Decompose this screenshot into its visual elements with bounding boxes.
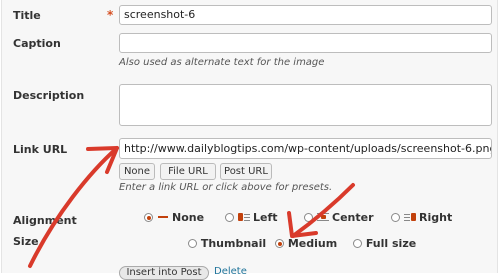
- size-option-full[interactable]: Full size: [353, 238, 416, 250]
- alignment-label: Alignment: [13, 214, 77, 227]
- title-input[interactable]: screenshot-6: [119, 5, 492, 25]
- delete-link[interactable]: Delete: [214, 266, 247, 277]
- align-right-icon: [404, 213, 416, 221]
- radio-unselected[interactable]: [304, 213, 313, 222]
- align-center-icon: [317, 213, 329, 221]
- align-left-icon: [238, 213, 250, 221]
- align-option-none[interactable]: None: [144, 212, 204, 224]
- title-label: Title: [13, 9, 41, 22]
- media-settings-panel: Title * screenshot-6 Caption Also used a…: [1, 0, 498, 280]
- radio-unselected[interactable]: [225, 213, 234, 222]
- align-none-icon: [157, 213, 169, 221]
- size-option-medium[interactable]: Medium: [275, 238, 337, 250]
- caption-help-text: Also used as alternate text for the imag…: [119, 57, 325, 68]
- radio-unselected[interactable]: [353, 239, 362, 248]
- description-textarea[interactable]: [119, 84, 492, 126]
- radio-selected[interactable]: [275, 239, 284, 248]
- size-label: Size: [13, 235, 39, 248]
- radio-selected[interactable]: [144, 213, 153, 222]
- link-post-url-button[interactable]: Post URL: [220, 163, 272, 180]
- caption-input[interactable]: [119, 33, 492, 53]
- align-option-right[interactable]: Right: [391, 212, 452, 224]
- link-file-url-button[interactable]: File URL: [160, 163, 216, 180]
- description-label: Description: [13, 89, 85, 102]
- link-url-help-text: Enter a link URL or click above for pres…: [119, 182, 333, 193]
- link-url-input[interactable]: http://www.dailyblogtips.com/wp-content/…: [119, 138, 492, 159]
- radio-unselected[interactable]: [188, 239, 197, 248]
- link-none-button[interactable]: None: [119, 163, 155, 180]
- required-asterisk: *: [107, 8, 114, 22]
- caption-label: Caption: [13, 37, 61, 50]
- insert-into-post-button[interactable]: Insert into Post: [119, 266, 209, 280]
- align-option-left[interactable]: Left: [225, 212, 278, 224]
- link-url-label: Link URL: [13, 143, 68, 156]
- align-option-center[interactable]: Center: [304, 212, 374, 224]
- radio-unselected[interactable]: [391, 213, 400, 222]
- size-option-thumbnail[interactable]: Thumbnail: [188, 238, 266, 250]
